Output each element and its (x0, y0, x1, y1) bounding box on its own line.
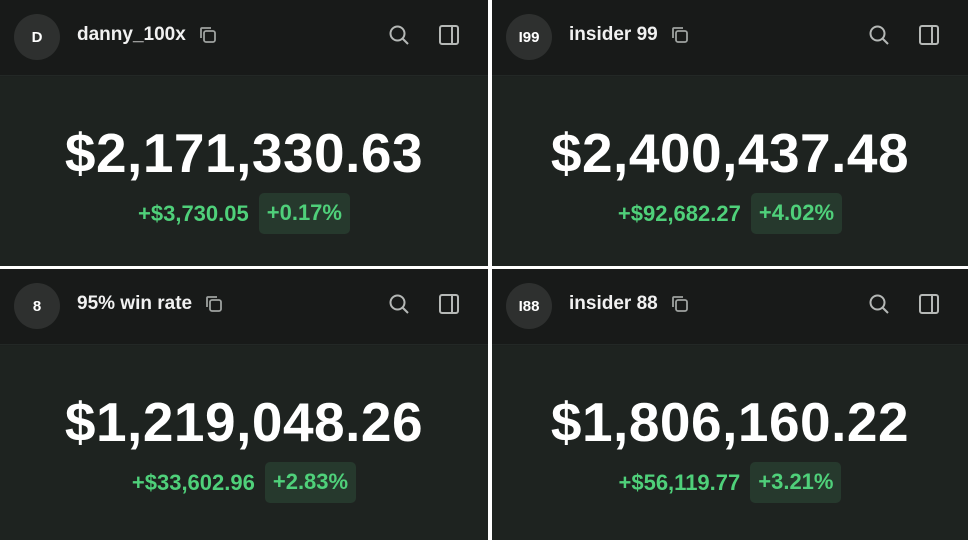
balance-area: $1,806,160.22 +$56,119.77 +3.21% (492, 346, 968, 540)
sidebar-toggle-button[interactable] (914, 291, 944, 321)
avatar[interactable]: D (14, 14, 60, 60)
panel-header: D danny_100x (0, 0, 488, 76)
sidebar-toggle-button[interactable] (434, 22, 464, 52)
account-panel-insider-88: I88 insider 88 $1,806,160.22 +$56,119.77… (492, 269, 968, 540)
search-button[interactable] (384, 22, 414, 52)
change-percent-badge: +2.83% (264, 462, 357, 503)
change-percent-badge: +3.21% (750, 462, 842, 503)
search-icon (387, 292, 411, 321)
change-row: +$33,602.96 +2.83% (0, 462, 488, 503)
change-amount: +$3,730.05 (138, 200, 249, 226)
account-name-row: insider 99 (569, 24, 690, 46)
sidebar-panel-icon (917, 23, 941, 52)
balance-value: $2,400,437.48 (550, 122, 910, 184)
change-percent-badge: +4.02% (750, 193, 843, 234)
copy-icon[interactable] (670, 294, 690, 314)
avatar[interactable]: 8 (14, 283, 60, 329)
change-percent-badge: +0.17% (258, 193, 350, 234)
change-amount: +$92,682.27 (617, 200, 741, 226)
account-name[interactable]: insider 99 (569, 24, 658, 46)
account-name[interactable]: insider 88 (569, 293, 658, 315)
sidebar-panel-icon (917, 292, 941, 321)
copy-icon[interactable] (204, 294, 224, 314)
account-name-row: danny_100x (77, 24, 218, 46)
account-panel-95-win-rate: 8 95% win rate $1,219,048.26 +$33,602.96… (0, 269, 488, 540)
search-button[interactable] (384, 291, 414, 321)
change-amount: +$33,602.96 (131, 469, 255, 495)
account-panel-danny-100x: D danny_100x $2,171,330.63 +$3,730.05 +0… (0, 0, 488, 266)
avatar[interactable]: I99 (506, 14, 552, 60)
balance-value: $1,806,160.22 (550, 391, 910, 453)
balance-value: $1,219,048.26 (64, 391, 424, 453)
account-name[interactable]: danny_100x (77, 24, 186, 46)
panel-header: I88 insider 88 (492, 269, 968, 345)
sidebar-toggle-button[interactable] (914, 22, 944, 52)
account-name-row: insider 88 (569, 293, 690, 315)
search-button[interactable] (864, 291, 894, 321)
search-icon (867, 292, 891, 321)
account-name[interactable]: 95% win rate (77, 293, 192, 315)
sidebar-panel-icon (437, 292, 461, 321)
search-icon (867, 23, 891, 52)
search-icon (387, 23, 411, 52)
search-button[interactable] (864, 22, 894, 52)
change-row: +$3,730.05 +0.17% (0, 193, 488, 234)
change-amount: +$56,119.77 (618, 469, 741, 495)
account-grid: D danny_100x $2,171,330.63 +$3,730.05 +0… (0, 0, 968, 540)
change-row: +$92,682.27 +4.02% (492, 193, 968, 234)
balance-area: $1,219,048.26 +$33,602.96 +2.83% (0, 346, 488, 540)
balance-area: $2,400,437.48 +$92,682.27 +4.02% (492, 77, 968, 266)
change-row: +$56,119.77 +3.21% (492, 462, 968, 503)
panel-header: 8 95% win rate (0, 269, 488, 345)
sidebar-toggle-button[interactable] (434, 291, 464, 321)
account-name-row: 95% win rate (77, 293, 224, 315)
balance-value: $2,171,330.63 (64, 122, 424, 184)
account-panel-insider-99: I99 insider 99 $2,400,437.48 +$92,682.27… (492, 0, 968, 266)
copy-icon[interactable] (670, 25, 690, 45)
avatar[interactable]: I88 (506, 283, 552, 329)
sidebar-panel-icon (437, 23, 461, 52)
balance-area: $2,171,330.63 +$3,730.05 +0.17% (0, 77, 488, 266)
panel-header: I99 insider 99 (492, 0, 968, 76)
copy-icon[interactable] (198, 25, 218, 45)
